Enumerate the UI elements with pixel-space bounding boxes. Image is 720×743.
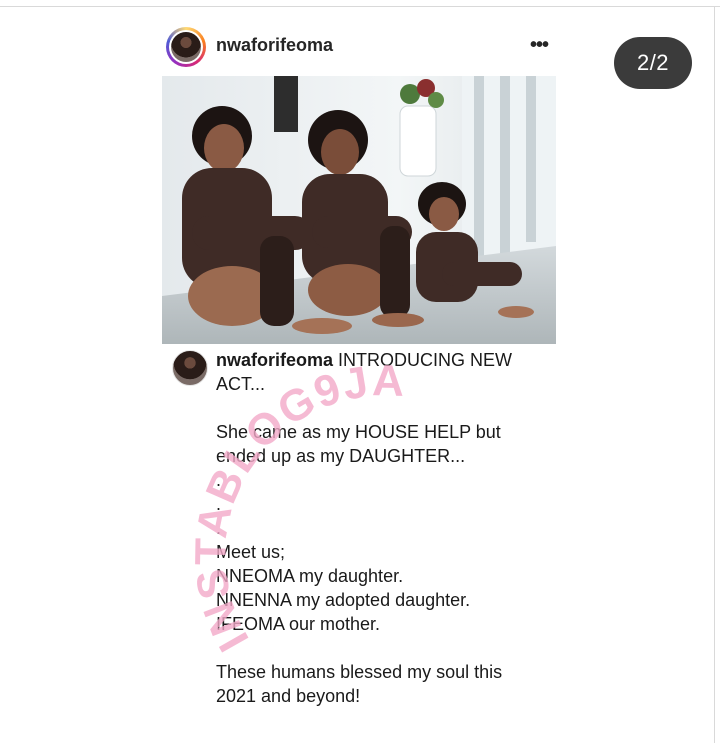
top-divider — [0, 6, 720, 7]
caption-line: She came as my HOUSE HELP but ended up a… — [216, 422, 506, 466]
caption-line: NNENNA my adopted daughter. — [216, 590, 471, 610]
instagram-post: nwaforifeoma ••• nwaforifeoma INTRODUCIN… — [162, 18, 556, 743]
caption-line: NNEOMA my daughter. — [216, 566, 404, 586]
caption-line: Meet us; — [216, 542, 286, 562]
caption-username[interactable]: nwaforifeoma — [216, 350, 333, 370]
more-horizontal-icon[interactable]: ••• — [528, 34, 550, 56]
caption-line: IFEOMA our mother. — [216, 614, 381, 634]
story-ring-avatar[interactable] — [166, 27, 206, 67]
right-divider — [714, 6, 715, 743]
caption-line: These humans blessed my soul this 2021 a… — [216, 662, 508, 706]
caption-line — [216, 396, 546, 420]
post-username[interactable]: nwaforifeoma — [216, 35, 333, 56]
caption-line: . — [216, 494, 222, 514]
photo-illustration — [162, 76, 556, 344]
caption-avatar[interactable] — [172, 350, 208, 386]
caption-line — [216, 636, 546, 660]
caption-line: . — [216, 470, 222, 490]
image-counter-badge: 2/2 — [614, 37, 692, 89]
avatar — [171, 32, 201, 62]
post-caption: nwaforifeoma INTRODUCING NEW ACT... She … — [216, 348, 546, 708]
caption-section: nwaforifeoma INTRODUCING NEW ACT... She … — [162, 344, 556, 743]
caption-line: . — [216, 518, 222, 538]
post-header: nwaforifeoma ••• — [162, 18, 556, 76]
post-photo[interactable] — [162, 76, 556, 344]
